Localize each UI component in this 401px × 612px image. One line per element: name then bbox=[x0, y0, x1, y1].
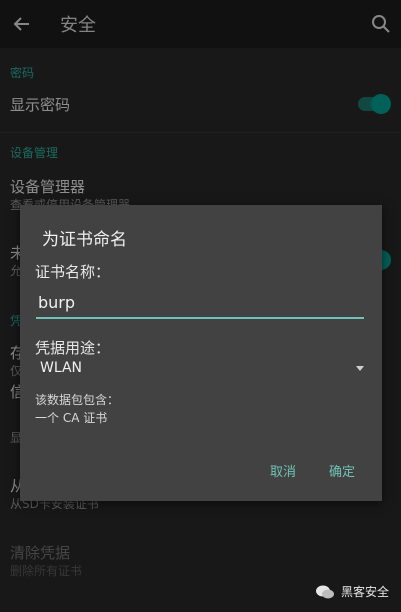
certificate-name-field[interactable] bbox=[36, 289, 364, 319]
name-certificate-dialog: 为证书命名 证书名称： 凭据用途： WLAN 该数据包包含： 一个 CA 证书 … bbox=[20, 205, 382, 501]
certificate-name-label: 证书名称： bbox=[35, 263, 111, 281]
watermark-text: 黑客安全 bbox=[340, 585, 389, 599]
ok-button[interactable]: 确定 bbox=[329, 461, 355, 480]
watermark: 黑客安全 bbox=[315, 583, 389, 600]
cancel-button[interactable]: 取消 bbox=[270, 461, 296, 480]
package-contains-label: 该数据包包含： bbox=[35, 393, 120, 407]
dropdown-arrow-icon bbox=[356, 366, 364, 371]
package-contents-value: 一个 CA 证书 bbox=[35, 411, 108, 425]
credential-usage-label: 凭据用途： bbox=[35, 339, 111, 357]
wechat-icon bbox=[315, 585, 334, 598]
credential-usage-select[interactable]: WLAN bbox=[36, 357, 364, 381]
credential-usage-value: WLAN bbox=[40, 360, 83, 376]
certificate-name-input[interactable] bbox=[36, 289, 358, 312]
dialog-title: 为证书命名 bbox=[42, 230, 127, 250]
